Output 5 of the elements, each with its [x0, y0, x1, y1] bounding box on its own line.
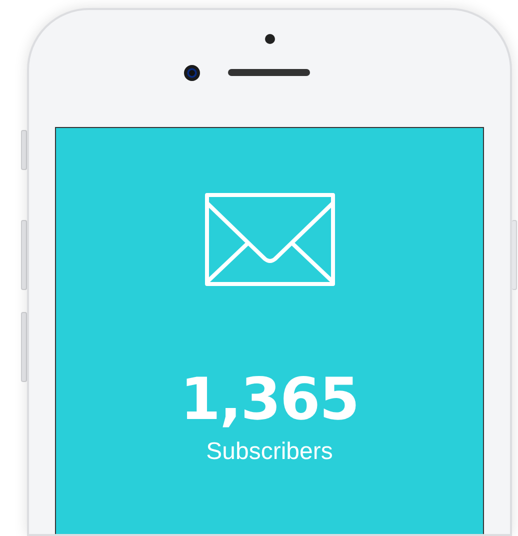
camera-icon: [184, 65, 200, 81]
sensor-dot: [265, 34, 275, 44]
subscriber-count: 1,365: [180, 370, 359, 428]
subscribers-label: Subscribers: [206, 437, 333, 467]
envelope-icon: [204, 193, 334, 286]
